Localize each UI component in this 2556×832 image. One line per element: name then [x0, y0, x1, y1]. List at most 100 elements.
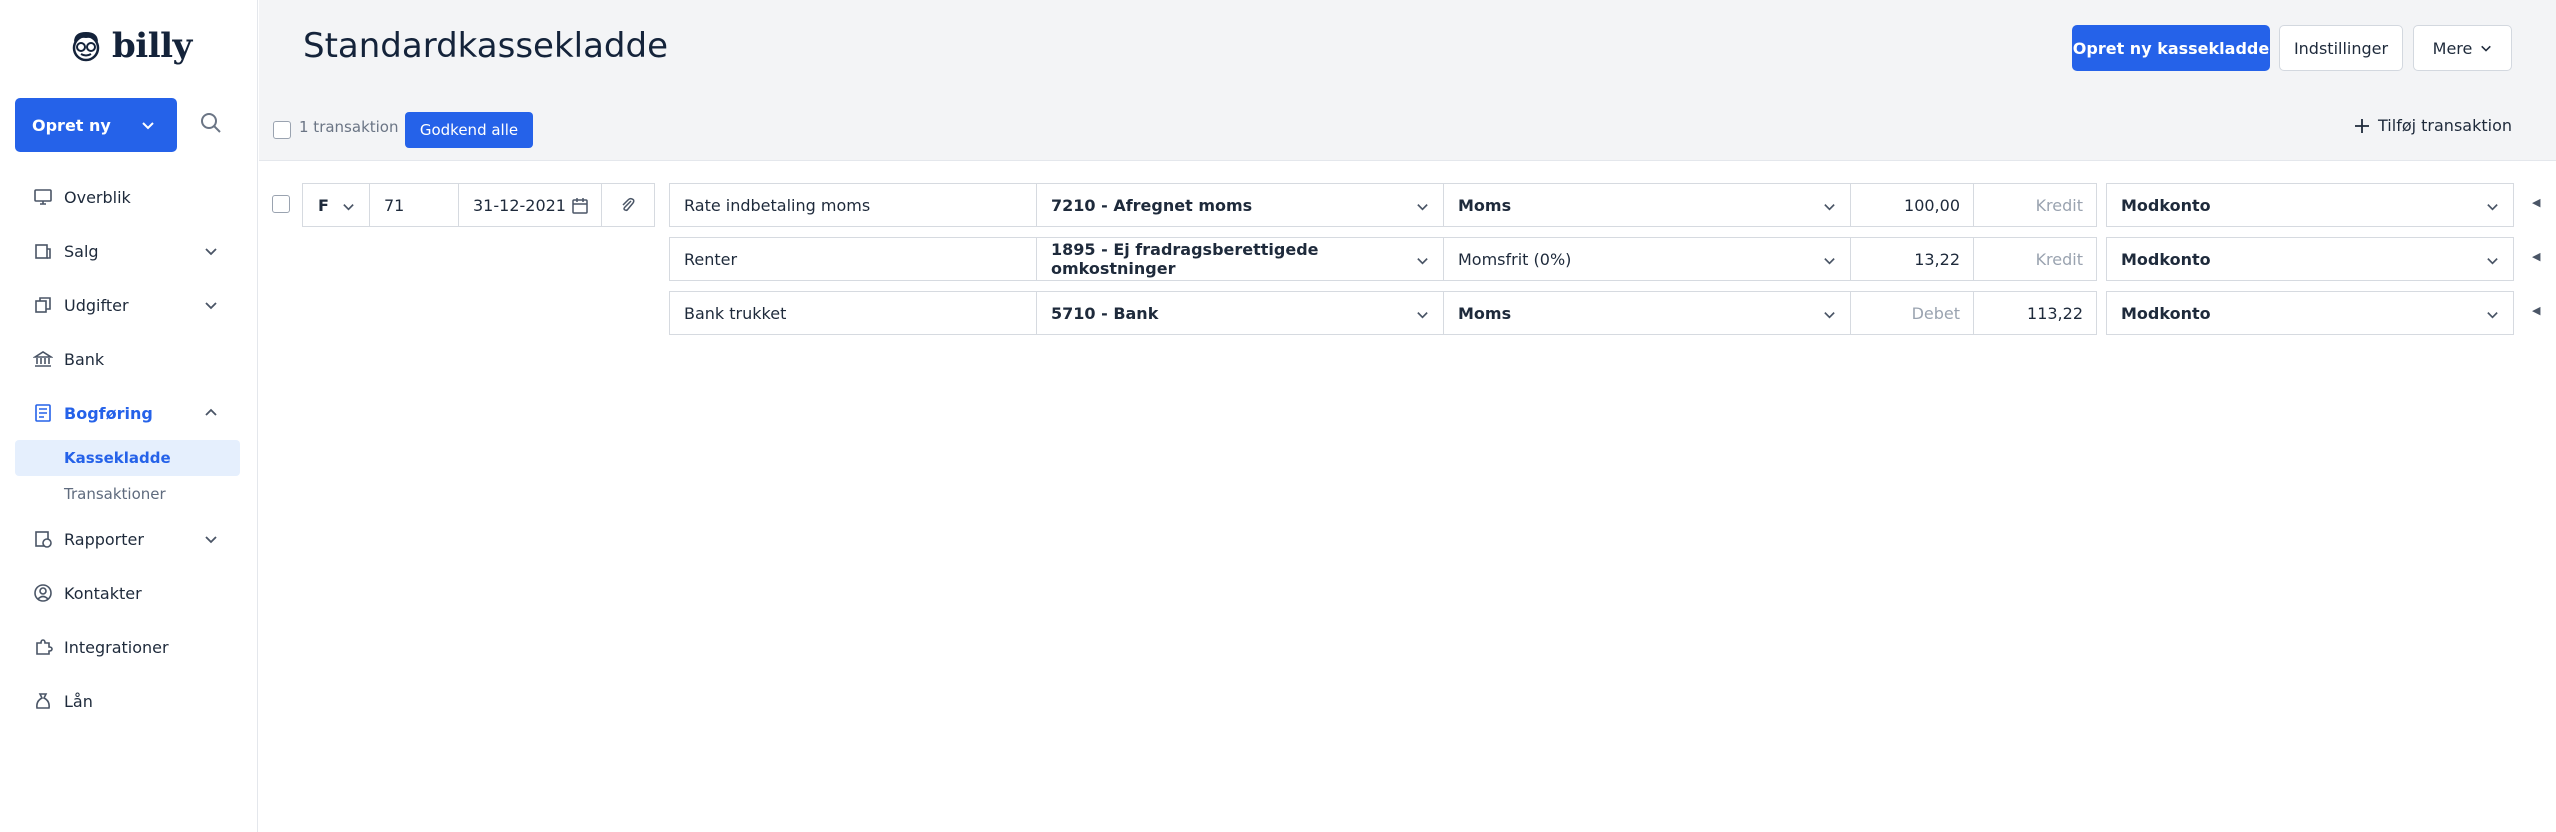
line-description-value: Renter [684, 249, 738, 269]
line-counter-account-value: Modkonto [2121, 249, 2211, 269]
search-icon[interactable] [200, 112, 222, 134]
chevron-down-icon [205, 302, 217, 310]
transaction-number-field[interactable]: 71 [369, 183, 459, 227]
create-new-button[interactable]: Opret ny [15, 98, 177, 152]
sidebar-item-bank[interactable]: Bank [32, 344, 104, 374]
sidebar-item-udgifter[interactable]: Udgifter [32, 290, 217, 320]
line-vat-select[interactable]: Moms [1443, 183, 1851, 227]
line-account-value: 7210 - Afregnet moms [1051, 195, 1253, 215]
approve-all-label: Godkend alle [419, 121, 519, 139]
transaction-checkbox[interactable] [272, 195, 290, 213]
sidebar-item-label: Rapporter [64, 529, 144, 549]
line-account-select[interactable]: 5710 - Bank [1036, 291, 1444, 335]
line-debit-value: 100,00 [1904, 195, 1960, 215]
sidebar-item-bogforing[interactable]: Bogføring [32, 398, 217, 428]
chevron-down-icon [205, 536, 217, 544]
paperclip-icon [622, 197, 635, 212]
sidebar-subitem-kassekladde[interactable]: Kassekladde [15, 440, 240, 476]
receipt-icon [32, 240, 54, 262]
monitor-icon [32, 186, 54, 208]
add-transaction-label: Tilføj transaktion [2378, 116, 2512, 135]
settings-label: Indstillinger [2293, 38, 2389, 58]
sidebar-subitem-transaktioner[interactable]: Transaktioner [15, 476, 240, 512]
sidebar: billy Opret ny Overblik Salg Udgifter Ba… [0, 0, 258, 832]
sidebar-item-label: Lån [64, 691, 93, 711]
new-journal-button[interactable]: Opret ny kassekladde [2072, 25, 2270, 71]
attach-button[interactable] [601, 183, 655, 227]
sidebar-item-overblik[interactable]: Overblik [32, 182, 131, 212]
transaction-count: 1 transaktion [299, 118, 399, 136]
sidebar-item-label: Salg [64, 241, 99, 261]
sidebar-subitem-label: Transaktioner [64, 485, 166, 503]
chevron-down-icon [1417, 312, 1428, 319]
chevron-down-icon [205, 248, 217, 256]
report-icon [32, 528, 54, 550]
line-counter-account-select[interactable]: Modkonto [2106, 183, 2514, 227]
line-credit-field[interactable]: Kredit [1973, 237, 2097, 281]
settings-button[interactable]: Indstillinger [2279, 25, 2403, 71]
row-expand-arrow-icon[interactable]: ◀ [2532, 196, 2540, 209]
more-button[interactable]: Mere [2413, 25, 2512, 71]
select-all-checkbox[interactable] [273, 121, 291, 139]
new-journal-label: Opret ny kassekladde [2072, 38, 2270, 58]
contacts-icon [32, 582, 54, 604]
line-credit-field[interactable]: Kredit [1973, 183, 2097, 227]
line-credit-value: 113,22 [2027, 303, 2083, 323]
line-vat-select[interactable]: Momsfrit (0%) [1443, 237, 1851, 281]
sidebar-item-salg[interactable]: Salg [32, 236, 217, 266]
calendar-icon[interactable] [571, 197, 589, 215]
line-vat-select[interactable]: Moms [1443, 291, 1851, 335]
row-expand-arrow-icon[interactable]: ◀ [2532, 304, 2540, 317]
line-vat-value: Moms [1458, 303, 1512, 323]
line-debit-field[interactable]: 100,00 [1850, 183, 1974, 227]
billy-logo[interactable]: billy [68, 26, 192, 66]
page-header: Standardkassekladde Opret ny kassekladde… [259, 0, 2556, 161]
sidebar-item-label: Bogføring [64, 403, 153, 423]
chevron-down-icon [2487, 258, 2498, 265]
line-vat-value: Moms [1458, 195, 1512, 215]
sidebar-subitem-label: Kassekladde [64, 449, 171, 467]
sidebar-item-lan[interactable]: Lån [32, 686, 93, 716]
chevron-down-icon [2487, 204, 2498, 211]
bank-icon [32, 348, 54, 370]
line-description-value: Bank trukket [684, 303, 787, 323]
chevron-down-icon [142, 122, 154, 130]
line-description-field[interactable]: Renter [669, 237, 1037, 281]
line-debit-field[interactable]: 13,22 [1850, 237, 1974, 281]
sidebar-item-label: Overblik [64, 187, 131, 207]
plus-icon [2355, 118, 2370, 133]
line-counter-account-value: Modkonto [2121, 195, 2211, 215]
line-description-field[interactable]: Bank trukket [669, 291, 1037, 335]
sidebar-item-kontakter[interactable]: Kontakter [32, 578, 142, 608]
line-vat-value: Momsfrit (0%) [1458, 249, 1572, 269]
transaction-type-value: F [318, 195, 329, 215]
sidebar-item-rapporter[interactable]: Rapporter [32, 524, 217, 554]
money-bag-icon [32, 690, 54, 712]
line-credit-value: Kredit [2035, 195, 2083, 215]
line-account-select[interactable]: 1895 - Ej fradragsberettigede omkostning… [1036, 237, 1444, 281]
line-account-select[interactable]: 7210 - Afregnet moms [1036, 183, 1444, 227]
line-debit-field[interactable]: Debet [1850, 291, 1974, 335]
chevron-down-icon [1824, 204, 1835, 211]
line-debit-value: 13,22 [1914, 249, 1960, 269]
transaction-number-value: 71 [384, 195, 405, 215]
chevron-down-icon [1824, 312, 1835, 319]
chevron-down-icon [1824, 258, 1835, 265]
line-debit-value: Debet [1911, 303, 1960, 323]
line-counter-account-select[interactable]: Modkonto [2106, 237, 2514, 281]
line-counter-account-value: Modkonto [2121, 303, 2211, 323]
chevron-up-icon [205, 408, 217, 416]
chevron-down-icon [2481, 45, 2492, 52]
line-credit-field[interactable]: 113,22 [1973, 291, 2097, 335]
line-description-value: Rate indbetaling moms [684, 195, 871, 215]
line-description-field[interactable]: Rate indbetaling moms [669, 183, 1037, 227]
row-expand-arrow-icon[interactable]: ◀ [2532, 250, 2540, 263]
more-label: Mere [2432, 38, 2473, 58]
approve-all-button[interactable]: Godkend alle [405, 112, 533, 148]
line-counter-account-select[interactable]: Modkonto [2106, 291, 2514, 335]
transaction-type-select[interactable]: F [302, 183, 370, 227]
transaction-date-field[interactable]: 31-12-2021 [458, 183, 602, 227]
sidebar-item-label: Bank [64, 349, 105, 369]
add-transaction-button[interactable]: Tilføj transaktion [2354, 116, 2512, 135]
sidebar-item-integrationer[interactable]: Integrationer [32, 632, 169, 662]
